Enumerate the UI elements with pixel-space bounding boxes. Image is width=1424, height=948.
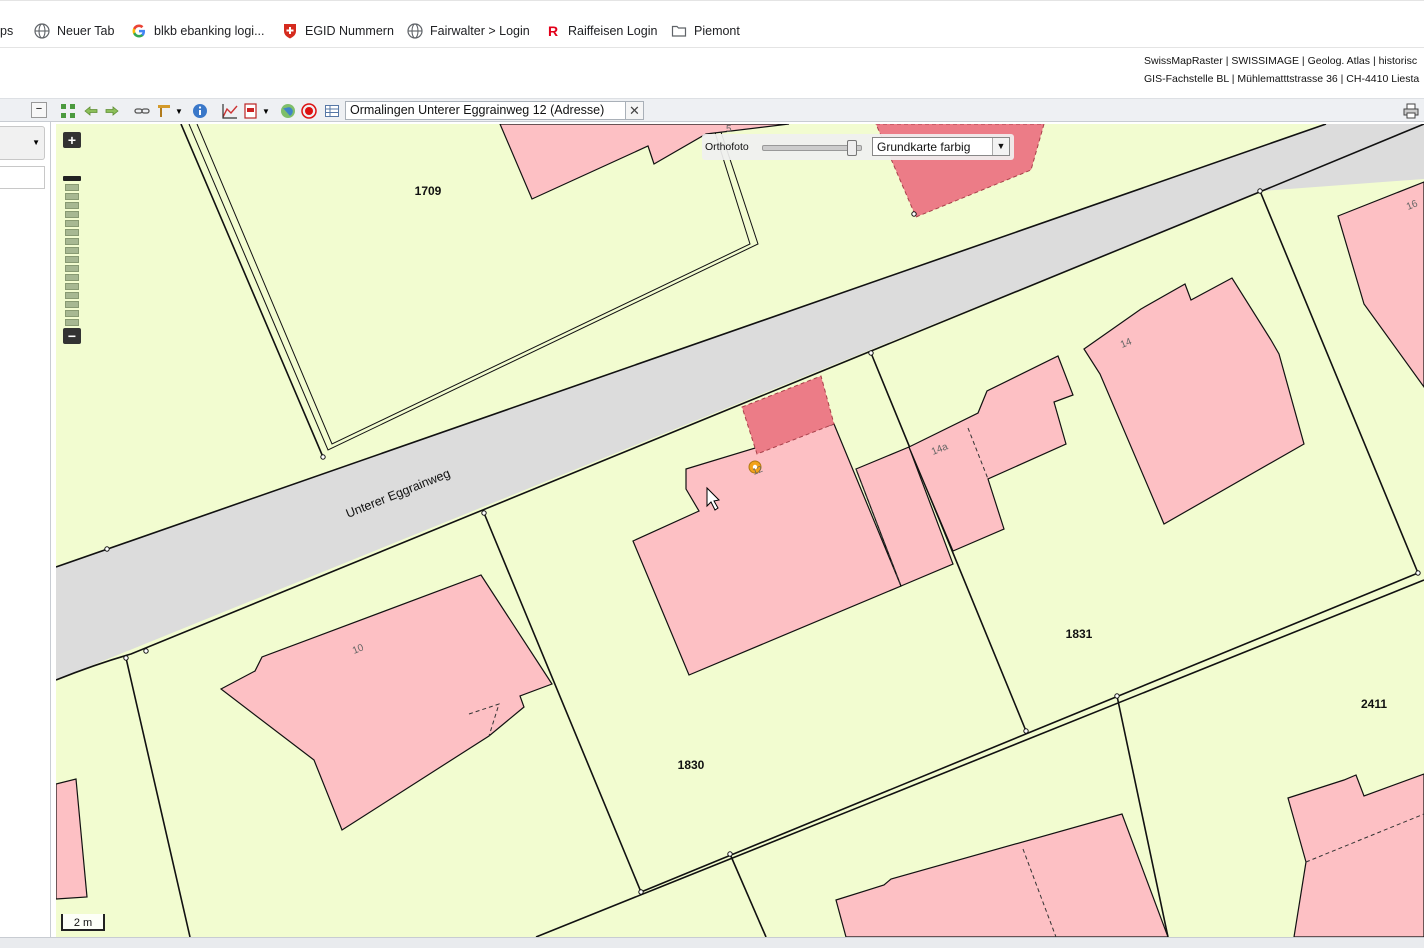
globe-3d-icon[interactable] [280, 103, 296, 119]
map-toolbar: − ▼ ▼ Ormalingen Unterer Eggrainweg 12 (… [0, 98, 1424, 122]
folder-icon [671, 23, 687, 39]
measure-dropdown-icon[interactable]: ▼ [175, 103, 183, 119]
zoom-step[interactable] [65, 193, 79, 200]
chevron-down-icon: ▼ [32, 138, 40, 147]
collapse-panel-button[interactable]: − [31, 102, 47, 118]
map-canvas: 1709 1830 1831 2411 5 16 14 14a 12 10 Un… [56, 124, 1424, 937]
zoom-step[interactable] [65, 283, 79, 290]
bookmark-label: Neuer Tab [57, 24, 115, 38]
back-arrow-icon[interactable] [83, 103, 99, 119]
zoom-slider-thumb[interactable] [63, 176, 81, 181]
bookmark-label: ps [0, 24, 14, 38]
bookmark-label: EGID Nummern [305, 24, 394, 38]
zoom-step[interactable] [65, 274, 79, 281]
search-input[interactable]: Ormalingen Unterer Eggrainweg 12 (Adress… [345, 101, 644, 120]
profile-chart-icon[interactable] [222, 103, 238, 119]
print-icon[interactable] [1403, 103, 1419, 119]
bookmark-raiffeisen[interactable]: R Raiffeisen Login [545, 21, 657, 41]
attribution-line-1: SwissMapRaster | SWISSIMAGE | Geolog. At… [1144, 55, 1418, 67]
zoom-step[interactable] [65, 211, 79, 218]
bookmark-apps[interactable]: ps [0, 21, 13, 41]
table-icon[interactable] [324, 103, 340, 119]
zoom-step[interactable] [65, 256, 79, 263]
info-icon[interactable] [192, 103, 208, 119]
zoom-step[interactable] [65, 184, 79, 191]
link-icon[interactable] [134, 103, 150, 119]
search-clear-button[interactable]: ✕ [625, 102, 643, 119]
parcel-label-1709: 1709 [415, 184, 442, 198]
zoom-step[interactable] [65, 265, 79, 272]
forward-arrow-icon[interactable] [104, 103, 120, 119]
zoom-step[interactable] [65, 310, 79, 317]
orthofoto-label: Orthofoto [705, 141, 749, 153]
chevron-down-icon: ▼ [992, 138, 1009, 155]
layer-control: Orthofoto Grundkarte farbig ▼ [702, 134, 1014, 160]
parcel-label-1831: 1831 [1066, 627, 1093, 641]
zoom-step[interactable] [65, 202, 79, 209]
zoom-step[interactable] [65, 292, 79, 299]
zoom-control: + − [62, 132, 82, 346]
zoom-step[interactable] [65, 229, 79, 236]
bookmark-neuer-tab[interactable]: Neuer Tab [34, 21, 114, 41]
record-icon[interactable] [301, 103, 317, 119]
bottom-strip [0, 937, 1424, 948]
attribution-line-2: GIS-Fachstelle BL | Mühlematttstrasse 36… [1144, 73, 1420, 85]
zoom-step[interactable] [65, 247, 79, 254]
parcel-label-2411: 2411 [1361, 697, 1387, 711]
bookmark-label: Fairwalter > Login [430, 24, 530, 38]
google-icon [131, 23, 147, 39]
globe-icon [407, 23, 423, 39]
pdf-dropdown-icon[interactable]: ▼ [262, 103, 270, 119]
header-attribution: SwissMapRaster | SWISSIMAGE | Geolog. At… [1144, 52, 1424, 88]
zoom-step[interactable] [65, 220, 79, 227]
bookmarks-bar: ps Neuer Tab blkb ebanking logi... EGID … [0, 0, 1424, 48]
zoom-step[interactable] [65, 238, 79, 245]
zoom-in-button[interactable]: + [63, 132, 81, 148]
globe-icon [34, 23, 50, 39]
scale-bar: 2 m [61, 914, 105, 931]
bookmark-label: Piemont [694, 24, 740, 38]
orthofoto-slider-thumb[interactable] [847, 140, 857, 156]
parcel-label-1830: 1830 [678, 758, 705, 772]
side-panel-select[interactable]: ▼ [0, 126, 45, 160]
pdf-icon[interactable] [243, 103, 259, 119]
basemap-selected: Grundkarte farbig [877, 140, 971, 154]
map-view[interactable]: 1709 1830 1831 2411 5 16 14 14a 12 10 Un… [56, 124, 1424, 937]
measure-icon[interactable] [156, 103, 172, 119]
bookmark-label: Raiffeisen Login [568, 24, 658, 38]
bookmark-blkb[interactable]: blkb ebanking logi... [131, 21, 265, 41]
zoom-step[interactable] [65, 301, 79, 308]
bookmark-egid[interactable]: EGID Nummern [282, 21, 394, 41]
bookmark-label: blkb ebanking logi... [154, 24, 265, 38]
basemap-select[interactable]: Grundkarte farbig ▼ [872, 137, 1010, 156]
side-panel-input[interactable] [0, 166, 45, 189]
swiss-shield-icon [282, 23, 298, 39]
raiffeisen-icon: R [547, 23, 559, 39]
zoom-step[interactable] [65, 319, 79, 326]
side-panel: ▼ [0, 122, 51, 947]
zoom-extent-icon[interactable] [60, 103, 76, 119]
zoom-out-button[interactable]: − [63, 328, 81, 344]
bookmark-piemont[interactable]: Piemont [671, 21, 740, 41]
bookmark-fairwalter[interactable]: Fairwalter > Login [407, 21, 530, 41]
search-value: Ormalingen Unterer Eggrainweg 12 (Adress… [350, 103, 605, 117]
